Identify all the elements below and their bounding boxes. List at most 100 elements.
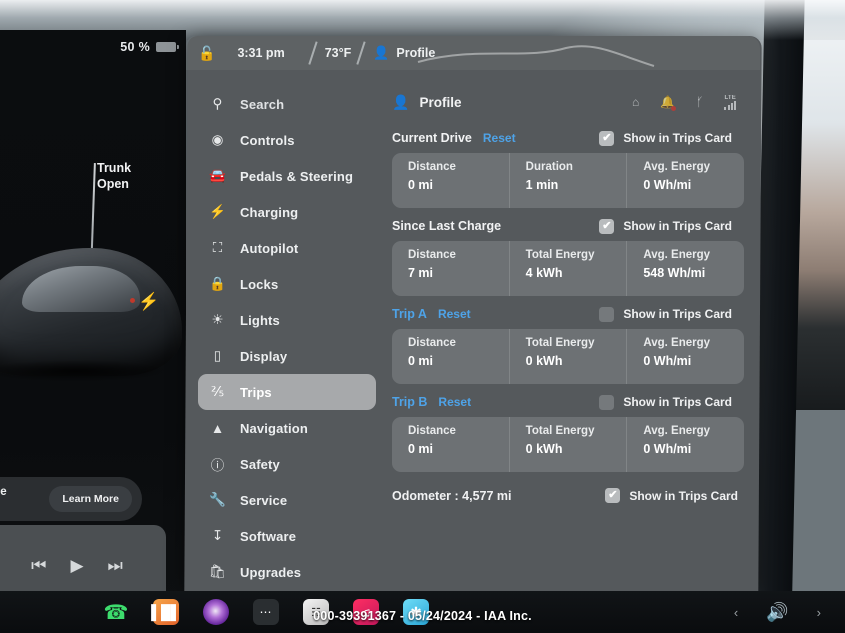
content-header: 👤 Profile ⌂ 🔔 ᚶ LTE xyxy=(392,84,744,120)
notification-card[interactable]: unavailable rive Learn More xyxy=(0,477,142,521)
stat-cell: Total Energy 4 kWh xyxy=(509,241,628,296)
volume-icon[interactable]: 🔊 xyxy=(766,602,788,623)
checkbox[interactable]: ✔ xyxy=(605,488,621,503)
sidebar-item-display[interactable]: ▯ Display xyxy=(198,338,376,374)
music-app-icon[interactable]: ♫ xyxy=(353,599,379,625)
checkbox[interactable]: ✔ xyxy=(599,130,615,146)
steering-wheel-icon: ⛶ xyxy=(212,240,223,255)
stat-cell: Duration 1 min xyxy=(509,153,628,208)
status-bar: 🔓 3:31 pm 73°F 👤 Profile xyxy=(186,36,760,70)
status-profile-label[interactable]: Profile xyxy=(396,46,435,60)
media-app-icon[interactable]: ▌█▌ xyxy=(151,599,181,625)
play-icon[interactable]: ▶ xyxy=(70,556,83,576)
sidebar-item-navigation[interactable]: ▲ Navigation xyxy=(198,410,376,446)
news-app-icon[interactable]: ☷ xyxy=(303,599,329,625)
tunein-app-icon[interactable] xyxy=(203,599,229,625)
sidebar-item-label: Pedals & Steering xyxy=(240,168,354,184)
show-in-trips-card-toggle[interactable]: ✔ Show in Trips Card xyxy=(605,488,738,503)
display-icon: ▯ xyxy=(213,348,222,363)
stat-cell: Avg. Energy 0 Wh/mi xyxy=(627,417,744,472)
sidebar-item-safety[interactable]: ⓘ Safety xyxy=(198,446,376,482)
reset-current-drive-button[interactable]: Reset xyxy=(483,131,516,145)
show-in-trips-card-label: Show in Trips Card xyxy=(623,395,732,409)
screen-reflection-streak xyxy=(417,45,655,67)
section-title[interactable]: Trip B xyxy=(392,395,427,409)
sidebar-item-charging[interactable]: ⚡ Charging xyxy=(198,194,376,230)
show-in-trips-card-toggle[interactable]: ✔ Show in Trips Card xyxy=(599,218,732,234)
bolt-icon: ⚡ xyxy=(209,204,226,219)
stat-label: Distance xyxy=(408,425,456,437)
search-icon: ⚲ xyxy=(212,96,223,111)
stat-value: 0 mi xyxy=(408,442,434,456)
vehicle-visualization-pane: 50 % Trunk Open ⚡ unavailable rive Learn… xyxy=(0,30,186,603)
phone-app-icon[interactable]: ☎ xyxy=(103,599,129,625)
section-title: Current Drive xyxy=(392,131,472,145)
person-icon: 👤 xyxy=(392,93,410,110)
more-apps-icon[interactable]: ⋯ xyxy=(253,599,279,625)
sidebar-item-label: Charging xyxy=(240,204,299,220)
weather-app-icon[interactable]: ✱ xyxy=(403,599,429,625)
chevron-left-icon[interactable]: ‹ xyxy=(734,605,738,620)
notification-badge xyxy=(671,106,677,111)
skip-next-icon[interactable]: ⏭ xyxy=(108,556,123,576)
bell-icon[interactable]: 🔔 xyxy=(660,95,677,111)
show-in-trips-card-toggle[interactable]: ✔ Show in Trips Card xyxy=(599,130,732,146)
show-in-trips-card-label: Show in Trips Card xyxy=(623,307,732,321)
sidebar-item-lights[interactable]: ☀ Lights xyxy=(198,302,376,338)
stat-label: Duration xyxy=(525,161,573,173)
taskbar-apps: ☎ ▌█▌ ⋯ ☷ ♫ ✱ xyxy=(103,599,429,625)
show-in-trips-card-label: Show in Trips Card xyxy=(623,219,732,233)
sidebar-item-controls[interactable]: ◉ Controls xyxy=(198,122,376,158)
shopping-bag-icon: 🛍 xyxy=(208,564,227,579)
stats-card: Distance 7 mi Total Energy 4 kWh Avg. En… xyxy=(392,241,744,296)
show-in-trips-card-toggle[interactable]: Show in Trips Card xyxy=(599,394,732,410)
page-title: Profile xyxy=(419,94,462,110)
unlocked-padlock-icon[interactable]: 🔓 xyxy=(198,45,215,62)
stat-value: 1 min xyxy=(525,178,559,192)
sidebar-item-pedals-steering[interactable]: 🚘 Pedals & Steering xyxy=(198,158,376,194)
stat-cell: Distance 0 mi xyxy=(392,329,510,384)
sidebar-item-service[interactable]: 🔧 Service xyxy=(198,482,376,518)
toggle-icon: ◉ xyxy=(211,132,224,147)
stat-value: 0 kWh xyxy=(525,442,563,456)
learn-more-button[interactable]: Learn More xyxy=(49,486,132,512)
sidebar-item-search[interactable]: ⚲ Search xyxy=(198,86,376,122)
sidebar-item-autopilot[interactable]: ⛶ Autopilot xyxy=(198,230,376,266)
stat-cell: Distance 7 mi xyxy=(392,241,510,296)
warning-circle-icon: ⓘ xyxy=(210,458,225,473)
home-icon[interactable]: ⌂ xyxy=(632,95,639,109)
temperature-label[interactable]: 73°F xyxy=(325,46,352,60)
section-title[interactable]: Trip A xyxy=(392,307,427,321)
stat-value: 0 mi xyxy=(408,178,434,192)
section-since-last-charge: Since Last Charge ✔ Show in Trips Card D… xyxy=(392,214,744,296)
car-icon: 🚘 xyxy=(209,168,226,183)
checkbox[interactable] xyxy=(599,394,615,410)
section-header: Trip B Reset Show in Trips Card xyxy=(392,390,744,414)
sidebar-item-software[interactable]: ↧ Software xyxy=(198,518,376,554)
chevron-right-icon[interactable]: › xyxy=(817,605,821,620)
stat-label: Total Energy xyxy=(525,337,595,349)
clock-label[interactable]: 3:31 pm xyxy=(237,46,284,60)
sidebar-item-upgrades[interactable]: 🛍 Upgrades xyxy=(198,554,376,590)
reset-trip-a-button[interactable]: Reset xyxy=(438,307,471,321)
stat-label: Avg. Energy xyxy=(643,337,711,349)
trunk-open-label: Trunk Open xyxy=(97,161,132,191)
section-header-left: Since Last Charge xyxy=(392,219,501,233)
show-in-trips-card-toggle[interactable]: Show in Trips Card xyxy=(599,306,732,322)
bluetooth-icon[interactable]: ᚶ xyxy=(696,95,703,109)
sidebar-item-label: Lights xyxy=(240,312,280,328)
lte-signal-icon[interactable]: LTE xyxy=(724,95,736,110)
sidebar-item-locks[interactable]: 🔒 Locks xyxy=(198,266,376,302)
sidebar-item-label: Autopilot xyxy=(240,240,299,256)
reset-trip-b-button[interactable]: Reset xyxy=(438,395,471,409)
stat-label: Distance xyxy=(408,337,456,349)
settings-sidebar: ⚲ Search ◉ Controls 🚘 Pedals & Steering … xyxy=(186,76,382,591)
battery-percent-label: 50 % xyxy=(120,40,150,54)
section-header: Since Last Charge ✔ Show in Trips Card xyxy=(392,214,744,238)
navigation-arrow-icon: ▲ xyxy=(210,420,225,436)
sidebar-item-label: Upgrades xyxy=(240,564,302,580)
checkbox[interactable] xyxy=(599,306,615,322)
skip-previous-icon[interactable]: ⏮ xyxy=(31,556,46,576)
sidebar-item-trips[interactable]: ⅖ Trips xyxy=(198,374,376,410)
checkbox[interactable]: ✔ xyxy=(599,218,615,234)
